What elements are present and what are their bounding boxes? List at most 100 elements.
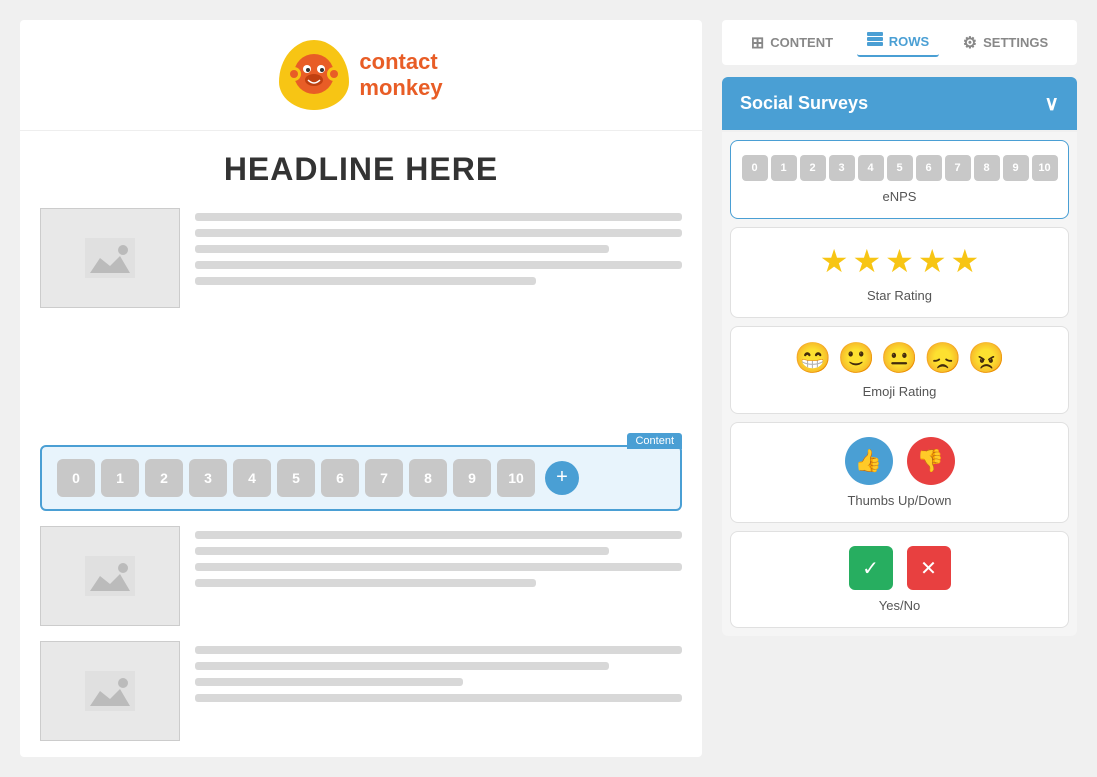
emoji-label: Emoji Rating (863, 384, 937, 399)
text-line (195, 277, 536, 285)
enps-numbers: 0 1 2 3 4 5 6 7 8 9 10 (742, 155, 1058, 181)
enps-num-6: 6 (916, 155, 942, 181)
thumbs-label: Thumbs Up/Down (847, 493, 951, 508)
enps-num-8: 8 (974, 155, 1000, 181)
enps-num-7: 7 (945, 155, 971, 181)
image-placeholder-1 (40, 208, 180, 308)
enps-num-2: 2 (800, 155, 826, 181)
logo-monkey: monkey (359, 75, 442, 101)
nps-btn-7[interactable]: 7 (365, 459, 403, 497)
text-line (195, 678, 463, 686)
text-line (195, 229, 682, 237)
yes-icon: ✓ (849, 546, 893, 590)
tab-rows-label: ROWS (889, 34, 929, 49)
yesno-label: Yes/No (879, 598, 920, 613)
enps-num-0: 0 (742, 155, 768, 181)
text-lines-1 (195, 208, 682, 293)
email-preview: contact monkey HEADLINE HERE (20, 20, 702, 757)
nps-btn-6[interactable]: 6 (321, 459, 359, 497)
text-line (195, 563, 682, 571)
rows-tab-icon (867, 32, 883, 51)
nps-btn-8[interactable]: 8 (409, 459, 447, 497)
text-line (195, 261, 682, 269)
text-line (195, 547, 609, 555)
emoji-happy: 🙂 (837, 341, 874, 376)
text-line (195, 646, 682, 654)
enps-num-4: 4 (858, 155, 884, 181)
content-row-3 (40, 641, 682, 741)
emoji-neutral: 😐 (881, 341, 918, 376)
survey-card-yesno[interactable]: ✓ ✕ Yes/No (730, 531, 1069, 628)
logo-badge (279, 40, 349, 110)
yesno-row: ✓ ✕ (849, 546, 951, 590)
social-surveys-header[interactable]: Social Surveys ∨ (722, 77, 1077, 130)
enps-num-10: 10 (1032, 155, 1058, 181)
content-tab-icon: ⊞ (751, 33, 764, 53)
text-line (195, 531, 682, 539)
star-5: ★ (951, 242, 980, 280)
nps-btn-0[interactable]: 0 (57, 459, 95, 497)
logo-area: contact monkey (20, 20, 702, 131)
enps-num-5: 5 (887, 155, 913, 181)
email-content-area (20, 208, 702, 440)
enps-num-3: 3 (829, 155, 855, 181)
survey-options: 0 1 2 3 4 5 6 7 8 9 10 eNPS ★ ★ (722, 132, 1077, 636)
survey-card-star[interactable]: ★ ★ ★ ★ ★ Star Rating (730, 227, 1069, 318)
text-line (195, 245, 609, 253)
star-label: Star Rating (867, 288, 932, 303)
tab-rows[interactable]: ROWS (857, 28, 939, 57)
text-lines-2 (195, 526, 682, 595)
nps-btn-9[interactable]: 9 (453, 459, 491, 497)
settings-tab-icon: ⚙ (963, 33, 977, 53)
social-surveys-title: Social Surveys (740, 93, 868, 114)
enps-num-1: 1 (771, 155, 797, 181)
text-lines-3 (195, 641, 682, 710)
enps-num-9: 9 (1003, 155, 1029, 181)
nps-btn-4[interactable]: 4 (233, 459, 271, 497)
tab-content[interactable]: ⊞ CONTENT (741, 29, 843, 57)
no-icon: ✕ (907, 546, 951, 590)
nps-btn-5[interactable]: 5 (277, 459, 315, 497)
text-line (195, 694, 682, 702)
text-line (195, 213, 682, 221)
star-3: ★ (885, 242, 914, 280)
text-line (195, 579, 536, 587)
nps-row[interactable]: 0 1 2 3 4 5 6 7 8 9 10 + (40, 445, 682, 511)
content-badge: Content (627, 433, 682, 449)
star-4: ★ (918, 242, 947, 280)
logo-contact: contact (359, 49, 442, 75)
nps-row-container: Content 0 1 2 3 4 5 6 7 8 9 10 + (40, 445, 682, 511)
tab-settings[interactable]: ⚙ SETTINGS (953, 29, 1058, 57)
emoji-very-sad: 😠 (968, 341, 1005, 376)
nps-btn-2[interactable]: 2 (145, 459, 183, 497)
app-container: contact monkey HEADLINE HERE (0, 0, 1097, 777)
content-row-1 (40, 208, 682, 308)
survey-card-emoji[interactable]: 😁 🙂 😐 😞 😠 Emoji Rating (730, 326, 1069, 414)
tabs-bar: ⊞ CONTENT ROWS ⚙ SETTINGS (722, 20, 1077, 65)
text-line (195, 662, 609, 670)
content-row-2 (40, 526, 682, 626)
nps-add-button[interactable]: + (545, 461, 579, 495)
tab-content-label: CONTENT (770, 35, 833, 50)
thumb-up-icon: 👍 (845, 437, 893, 485)
logo-text: contact monkey (359, 49, 442, 102)
tab-settings-label: SETTINGS (983, 35, 1048, 50)
survey-card-thumbs[interactable]: 👍 👎 Thumbs Up/Down (730, 422, 1069, 523)
emoji-very-happy: 😁 (794, 341, 831, 376)
email-content-area-bottom (20, 526, 702, 758)
emoji-sad: 😞 (924, 341, 961, 376)
email-headline: HEADLINE HERE (20, 131, 702, 208)
survey-card-enps[interactable]: 0 1 2 3 4 5 6 7 8 9 10 eNPS (730, 140, 1069, 219)
nps-btn-10[interactable]: 10 (497, 459, 535, 497)
star-1: ★ (820, 242, 849, 280)
stars-row: ★ ★ ★ ★ ★ (820, 242, 979, 280)
image-placeholder-3 (40, 641, 180, 741)
logo-svg (279, 40, 349, 110)
star-2: ★ (852, 242, 881, 280)
thumb-down-icon: 👎 (907, 437, 955, 485)
image-placeholder-2 (40, 526, 180, 626)
nps-btn-3[interactable]: 3 (189, 459, 227, 497)
nps-btn-1[interactable]: 1 (101, 459, 139, 497)
chevron-down-icon: ∨ (1044, 91, 1059, 116)
enps-label: eNPS (883, 189, 917, 204)
